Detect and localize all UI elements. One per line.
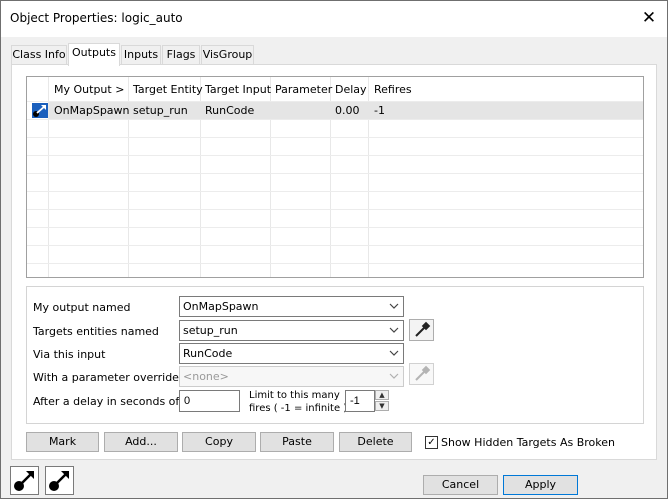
grid-divider [27,155,643,156]
limit-fires-sub-label: fires ( -1 = infinite ) [249,403,348,414]
chevron-down-icon [388,321,400,340]
grid-divider [27,209,643,210]
grid-divider [27,191,643,192]
eyedropper-icon[interactable] [409,363,434,385]
column-header-refires[interactable]: Refires [374,83,412,96]
output-named-label: My output named [33,301,131,314]
close-icon[interactable]: ✕ [641,9,657,27]
tab-inputs[interactable]: Inputs [121,45,161,65]
targets-entities-label: Targets entities named [33,325,159,338]
tab-visgroup[interactable]: VisGroup [201,45,254,65]
tab-flags[interactable]: Flags [162,45,200,65]
via-input-label: Via this input [33,348,106,361]
spin-up-icon[interactable]: ▲ [375,390,389,400]
tab-class-info[interactable]: Class Info [11,45,67,65]
outputs-list[interactable]: My Output > Target Entity Target Input P… [26,76,644,278]
grid-divider [27,263,643,264]
grid-divider [27,119,643,120]
delete-button[interactable]: Delete [339,432,412,452]
outputs-panel: My Output > Target Entity Target Input P… [11,64,657,460]
target-entity-value: setup_run [183,324,238,337]
apply-button[interactable]: Apply [503,475,578,495]
via-input-value: RunCode [183,347,233,360]
column-header-my-output[interactable]: My Output > [54,83,124,96]
output-edit-form: My output named OnMapSpawn Targets entit… [26,286,644,424]
chevron-down-icon [388,297,400,316]
title-bar: Object Properties: logic_auto ✕ [1,1,667,37]
show-hidden-label: Show Hidden Targets As Broken [441,436,615,449]
via-input-select[interactable]: RunCode [179,343,404,364]
target-entity-select[interactable]: setup_run [179,320,404,341]
limit-fires-input[interactable] [345,390,375,412]
cell-my-output: OnMapSpawn [54,104,130,117]
object-properties-dialog: Object Properties: logic_auto ✕ Class In… [0,0,668,499]
limit-fires-label: Limit to this many [249,390,340,401]
delay-label: After a delay in seconds of [33,395,180,408]
output-connection-icon [32,103,48,118]
column-header-target-input[interactable]: Target Input [205,83,271,96]
column-header-target-entity[interactable]: Target Entity [133,83,203,96]
parameter-override-value: <none> [183,370,229,383]
spin-down-icon[interactable]: ▼ [375,401,389,411]
parameter-override-label: With a parameter override of [33,371,194,384]
cell-target-entity: setup_run [133,104,188,117]
input-link-icon[interactable] [45,466,74,495]
window-title: Object Properties: logic_auto [10,11,183,25]
show-hidden-checkbox[interactable]: ✓ [425,436,438,449]
eyedropper-icon[interactable] [409,319,434,341]
copy-button[interactable]: Copy [182,432,256,452]
mark-button[interactable]: Mark [26,432,99,452]
cancel-button[interactable]: Cancel [423,475,498,495]
grid-divider [27,137,643,138]
grid-divider [27,245,643,246]
add-button[interactable]: Add... [104,432,178,452]
chevron-down-icon [388,344,400,363]
column-header-delay[interactable]: Delay [335,83,367,96]
cell-delay: 0.00 [335,104,360,117]
output-named-select[interactable]: OnMapSpawn [179,296,404,317]
output-link-icon[interactable] [10,466,39,495]
output-named-value: OnMapSpawn [183,300,259,313]
parameter-override-select[interactable]: <none> [179,366,404,387]
cell-target-input: RunCode [205,104,255,117]
delay-input[interactable] [179,390,240,412]
grid-divider [27,173,643,174]
tab-outputs[interactable]: Outputs [68,43,120,66]
chevron-down-icon [388,367,400,386]
column-header-parameter[interactable]: Parameter [275,83,332,96]
paste-button[interactable]: Paste [260,432,334,452]
cell-refires: -1 [374,104,385,117]
grid-divider [27,227,643,228]
